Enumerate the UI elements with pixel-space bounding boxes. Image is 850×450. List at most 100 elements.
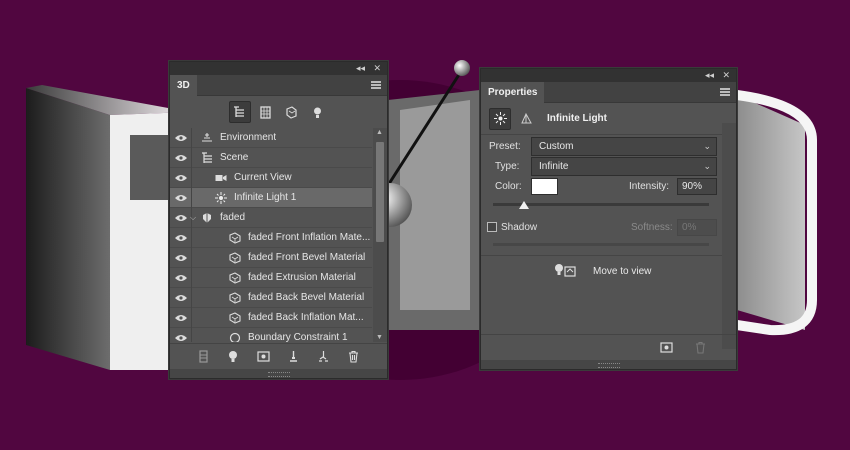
render-button[interactable] — [196, 349, 212, 365]
material-icon — [228, 251, 242, 265]
add-light-button[interactable] — [226, 349, 242, 365]
visibility-toggle[interactable] — [170, 187, 192, 208]
delete-button[interactable] — [692, 340, 708, 356]
eye-icon — [174, 254, 187, 261]
color-label: Color: — [495, 181, 522, 192]
eye-icon — [174, 134, 187, 141]
layer-row[interactable]: faded Back Inflation Mat... — [170, 307, 372, 328]
infinite-light-icon — [214, 191, 228, 205]
visibility-toggle[interactable] — [170, 147, 192, 168]
layer-row[interactable]: Scene — [170, 147, 372, 168]
shadow-label: Shadow — [501, 222, 538, 233]
material-icon — [228, 311, 242, 325]
chevron-down-icon: ⌄ — [703, 161, 711, 171]
trash-icon — [349, 350, 358, 363]
split-extrusion-button[interactable] — [316, 349, 332, 365]
eye-icon — [174, 274, 187, 281]
filter-lights-button[interactable] — [307, 101, 329, 123]
delete-button[interactable] — [346, 349, 362, 365]
eye-icon — [174, 174, 187, 181]
chevron-down-icon[interactable]: ⌵ — [190, 213, 200, 223]
visibility-toggle[interactable] — [170, 128, 192, 148]
move-to-ground-button[interactable] — [286, 349, 302, 365]
panel-titlebar[interactable]: ◂◂ ✕ — [170, 62, 387, 75]
collapse-icon[interactable]: ◂◂ — [356, 63, 365, 74]
layer-row[interactable]: faded Front Inflation Mate... — [170, 227, 372, 248]
constraint-icon — [228, 331, 242, 342]
softness-input[interactable]: 0% — [677, 219, 717, 236]
visibility-toggle[interactable] — [170, 287, 192, 308]
eye-icon — [174, 314, 187, 321]
layer-label: faded Back Inflation Mat... — [248, 312, 364, 323]
coordinates-button[interactable] — [515, 108, 537, 130]
render-settings-button[interactable] — [658, 340, 674, 356]
layer-label: Environment — [220, 132, 277, 143]
panel-menu-icon[interactable] — [371, 81, 381, 89]
camera-icon — [214, 171, 228, 185]
panel-titlebar[interactable]: ◂◂ ✕ — [481, 69, 736, 82]
visibility-toggle[interactable] — [170, 227, 192, 248]
visibility-toggle[interactable] — [170, 167, 192, 188]
layer-row[interactable]: ⌵ faded — [170, 207, 372, 228]
trash-icon — [695, 341, 705, 354]
layer-row[interactable]: Infinite Light 1 — [170, 187, 372, 208]
eye-icon — [174, 234, 187, 241]
color-swatch[interactable] — [531, 178, 558, 195]
scroll-up-icon[interactable]: ▲ — [376, 129, 383, 136]
softness-slider-track[interactable] — [493, 243, 709, 246]
layer-label: faded Front Inflation Mate... — [248, 232, 371, 243]
layer-label: Current View — [234, 172, 292, 183]
resize-grip[interactable] — [170, 369, 387, 378]
chevron-down-icon: ⌄ — [703, 141, 711, 151]
visibility-toggle[interactable] — [170, 267, 192, 288]
light-properties-button[interactable] — [489, 107, 511, 130]
move-to-ground-icon — [290, 351, 297, 362]
layer-row[interactable]: faded Front Bevel Material — [170, 247, 372, 268]
type-select[interactable]: Infinite ⌄ — [531, 157, 717, 176]
eye-icon — [174, 194, 187, 201]
render-settings-button[interactable] — [256, 349, 272, 365]
tab-3d[interactable]: 3D — [170, 75, 197, 96]
layers-list: Environment Scene Current View Infinite Lig… — [170, 128, 372, 342]
scroll-down-icon[interactable]: ▼ — [376, 334, 383, 341]
layers-scrollbar[interactable]: ▲ ▼ — [373, 128, 387, 342]
eye-icon — [174, 294, 187, 301]
visibility-toggle[interactable] — [170, 207, 192, 228]
properties-bottom-toolbar — [481, 334, 736, 360]
move-to-view-icon — [555, 264, 576, 277]
layer-row[interactable]: Current View — [170, 167, 372, 188]
properties-header: Infinite Light — [481, 103, 736, 135]
filter-whole-scene-button[interactable] — [228, 101, 251, 123]
material-icon — [228, 291, 242, 305]
visibility-toggle[interactable] — [170, 247, 192, 268]
close-icon[interactable]: ✕ — [373, 63, 381, 74]
mesh-filter-icon — [260, 105, 271, 119]
intensity-input[interactable]: 90% — [677, 178, 717, 195]
panel-menu-icon[interactable] — [720, 88, 730, 96]
filter-meshes-button[interactable] — [255, 101, 277, 123]
layer-row[interactable]: faded Extrusion Material — [170, 267, 372, 288]
visibility-toggle[interactable] — [170, 307, 192, 328]
layer-row[interactable]: Boundary Constraint 1 — [170, 327, 372, 342]
eye-icon — [174, 154, 187, 161]
mesh-icon — [200, 211, 214, 225]
layer-label: faded Front Bevel Material — [248, 252, 366, 263]
resize-grip[interactable] — [481, 360, 736, 369]
intensity-slider-thumb[interactable] — [519, 201, 530, 209]
move-to-view-button[interactable]: Move to view — [553, 263, 651, 279]
layer-row[interactable]: faded Back Bevel Material — [170, 287, 372, 308]
properties-scrollbar[interactable] — [722, 123, 736, 349]
visibility-toggle[interactable] — [170, 327, 192, 342]
shadow-checkbox[interactable] — [487, 222, 497, 232]
close-icon[interactable]: ✕ — [722, 70, 730, 81]
tab-properties[interactable]: Properties — [481, 82, 545, 103]
collapse-icon[interactable]: ◂◂ — [705, 70, 714, 81]
filter-materials-button[interactable] — [281, 101, 303, 123]
layer-row[interactable]: Environment — [170, 128, 372, 148]
panel-tabbar: 3D — [170, 75, 387, 96]
scroll-thumb[interactable] — [376, 142, 384, 242]
layer-label: faded Extrusion Material — [248, 272, 356, 283]
material-filter-icon — [286, 105, 297, 119]
properties-title: Infinite Light — [547, 113, 607, 124]
preset-select[interactable]: Custom ⌄ — [531, 137, 717, 156]
